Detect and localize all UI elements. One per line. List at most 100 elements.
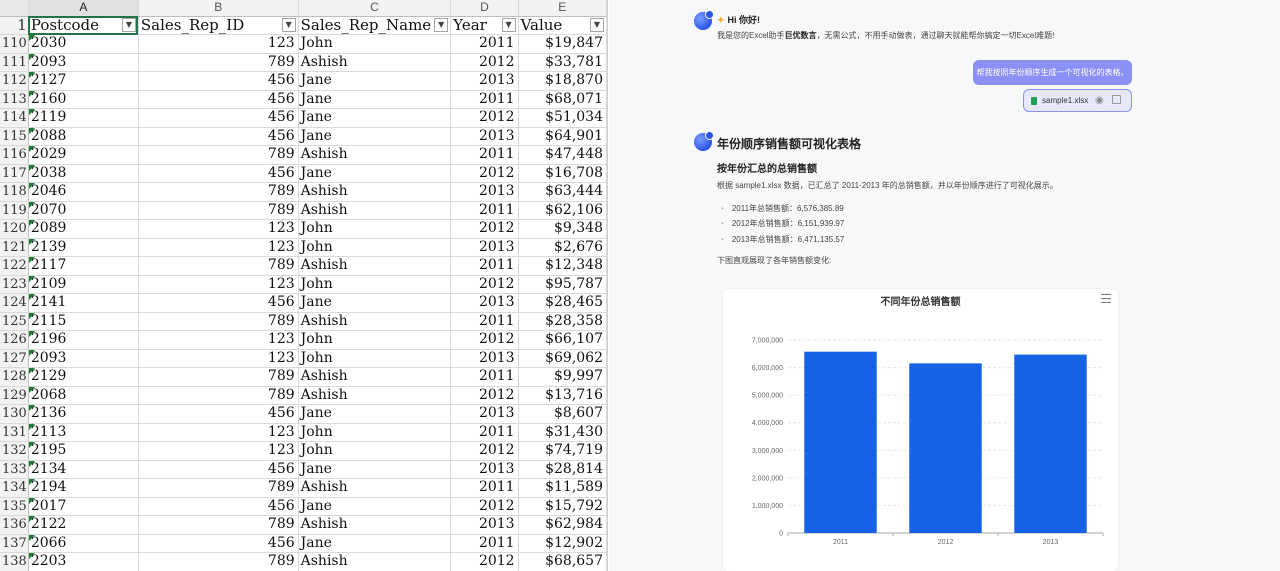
- cell-sales-rep-name[interactable]: Jane: [298, 293, 452, 313]
- cell-year[interactable]: 2011: [450, 201, 519, 220]
- cell-sales-rep-name[interactable]: Jane: [298, 108, 452, 128]
- cell-postcode[interactable]: 2160: [28, 90, 139, 109]
- cell-postcode[interactable]: 2141: [28, 293, 139, 313]
- copy-icon[interactable]: [1112, 95, 1121, 104]
- row-number[interactable]: 114: [0, 108, 29, 128]
- cell-value[interactable]: $66,107: [518, 330, 607, 350]
- cell-postcode[interactable]: 2109: [28, 275, 139, 294]
- row-number[interactable]: 134: [0, 478, 29, 498]
- cell-sales-rep-id[interactable]: 456: [138, 534, 299, 553]
- cell-sales-rep-name[interactable]: Ashish: [298, 182, 452, 202]
- cell-sales-rep-id[interactable]: 789: [138, 53, 299, 72]
- cell-value[interactable]: $13,716: [518, 386, 607, 405]
- row-number[interactable]: 125: [0, 312, 29, 331]
- row-number[interactable]: 137: [0, 534, 29, 553]
- cell-sales-rep-name[interactable]: Jane: [298, 71, 452, 91]
- row-number[interactable]: 112: [0, 71, 29, 91]
- cell-postcode[interactable]: 2089: [28, 219, 139, 239]
- cell-year[interactable]: 2011: [450, 312, 519, 331]
- row-number[interactable]: 110: [0, 34, 29, 54]
- cell-postcode[interactable]: 2046: [28, 182, 139, 202]
- cell-sales-rep-name[interactable]: Ashish: [298, 145, 452, 165]
- cell-value[interactable]: $15,792: [518, 497, 607, 516]
- cell-value[interactable]: $95,787: [518, 275, 607, 294]
- cell-postcode[interactable]: 2093: [28, 349, 139, 368]
- filter-dropdown-icon[interactable]: ▼: [590, 17, 604, 32]
- cell-sales-rep-id[interactable]: 789: [138, 145, 299, 165]
- row-number[interactable]: 138: [0, 552, 29, 571]
- row-number[interactable]: 121: [0, 238, 29, 257]
- filter-dropdown-icon[interactable]: ▼: [501, 17, 516, 32]
- cell-sales-rep-name[interactable]: Ashish: [298, 552, 452, 571]
- filter-dropdown-icon[interactable]: ▼: [434, 17, 449, 32]
- cell-sales-rep-name[interactable]: Ashish: [298, 53, 452, 72]
- cell-value[interactable]: $63,444: [518, 182, 607, 202]
- cell-postcode[interactable]: 2029: [28, 145, 139, 165]
- cell-postcode[interactable]: 2195: [28, 441, 139, 461]
- row-number[interactable]: 1: [0, 16, 29, 35]
- cell-year[interactable]: 2012: [450, 164, 519, 183]
- cell-sales-rep-id[interactable]: 789: [138, 386, 299, 405]
- cell-postcode[interactable]: 2122: [28, 515, 139, 535]
- cell-postcode[interactable]: 2068: [28, 386, 139, 405]
- filter-dropdown-icon[interactable]: ▼: [281, 17, 296, 32]
- cell-postcode[interactable]: 2115: [28, 312, 139, 331]
- select-all-corner[interactable]: [0, 0, 29, 17]
- cell-sales-rep-name[interactable]: John: [298, 238, 452, 257]
- cell-value[interactable]: $74,719: [518, 441, 607, 461]
- cell-sales-rep-name[interactable]: Ashish: [298, 201, 452, 220]
- cell-year[interactable]: 2012: [450, 108, 519, 128]
- cell-sales-rep-name[interactable]: John: [298, 423, 452, 442]
- cell-sales-rep-id[interactable]: 789: [138, 552, 299, 571]
- cell-value[interactable]: $68,657: [518, 552, 607, 571]
- cell-sales-rep-name[interactable]: John: [298, 349, 452, 368]
- cell-value[interactable]: $68,071: [518, 90, 607, 109]
- cell-sales-rep-id[interactable]: 456: [138, 108, 299, 128]
- cell-sales-rep-id[interactable]: 456: [138, 71, 299, 91]
- spreadsheet-grid[interactable]: A B C D E 1 Postcode ▼ Sales_Rep_ID ▼ Sale…: [0, 0, 608, 571]
- row-number[interactable]: 122: [0, 256, 29, 276]
- row-number[interactable]: 113: [0, 90, 29, 109]
- cell-sales-rep-name[interactable]: John: [298, 219, 452, 239]
- cell-sales-rep-name[interactable]: Jane: [298, 497, 452, 516]
- cell-year[interactable]: 2013: [450, 238, 519, 257]
- cell-sales-rep-id[interactable]: 123: [138, 219, 299, 239]
- cell-sales-rep-id[interactable]: 789: [138, 478, 299, 498]
- cell-value[interactable]: $28,465: [518, 293, 607, 313]
- cell-year[interactable]: 2013: [450, 515, 519, 535]
- row-number[interactable]: 127: [0, 349, 29, 368]
- cell-year[interactable]: 2013: [450, 182, 519, 202]
- cell-year[interactable]: 2012: [450, 497, 519, 516]
- cell-postcode[interactable]: 2093: [28, 53, 139, 72]
- cell-postcode[interactable]: 2066: [28, 534, 139, 553]
- row-number[interactable]: 128: [0, 367, 29, 387]
- cell-year[interactable]: 2013: [450, 127, 519, 146]
- cell-sales-rep-id[interactable]: 789: [138, 367, 299, 387]
- cell-sales-rep-id[interactable]: 123: [138, 330, 299, 350]
- row-number[interactable]: 131: [0, 423, 29, 442]
- column-header-b[interactable]: B: [138, 0, 299, 17]
- cell-sales-rep-id[interactable]: 789: [138, 201, 299, 220]
- column-header-c[interactable]: C: [298, 0, 452, 17]
- cell-value[interactable]: $12,902: [518, 534, 607, 553]
- row-number[interactable]: 129: [0, 386, 29, 405]
- row-number[interactable]: 130: [0, 404, 29, 424]
- cell-value[interactable]: $33,781: [518, 53, 607, 72]
- cell-year[interactable]: 2012: [450, 219, 519, 239]
- cell-sales-rep-name[interactable]: Jane: [298, 127, 452, 146]
- cell-sales-rep-id[interactable]: 789: [138, 312, 299, 331]
- row-number[interactable]: 111: [0, 53, 29, 72]
- cell-value[interactable]: $19,847: [518, 34, 607, 54]
- cell-year[interactable]: 2013: [450, 404, 519, 424]
- cell-value[interactable]: $31,430: [518, 423, 607, 442]
- cell-value[interactable]: $28,358: [518, 312, 607, 331]
- cell-value[interactable]: $62,984: [518, 515, 607, 535]
- cell-sales-rep-id[interactable]: 123: [138, 349, 299, 368]
- cell-postcode[interactable]: 2113: [28, 423, 139, 442]
- cell-value[interactable]: $28,814: [518, 460, 607, 479]
- cell-postcode[interactable]: 2129: [28, 367, 139, 387]
- cell-value[interactable]: $69,062: [518, 349, 607, 368]
- cell-year[interactable]: 2011: [450, 34, 519, 54]
- cell-sales-rep-name[interactable]: Ashish: [298, 478, 452, 498]
- header-cell-value[interactable]: Value ▼: [518, 16, 607, 35]
